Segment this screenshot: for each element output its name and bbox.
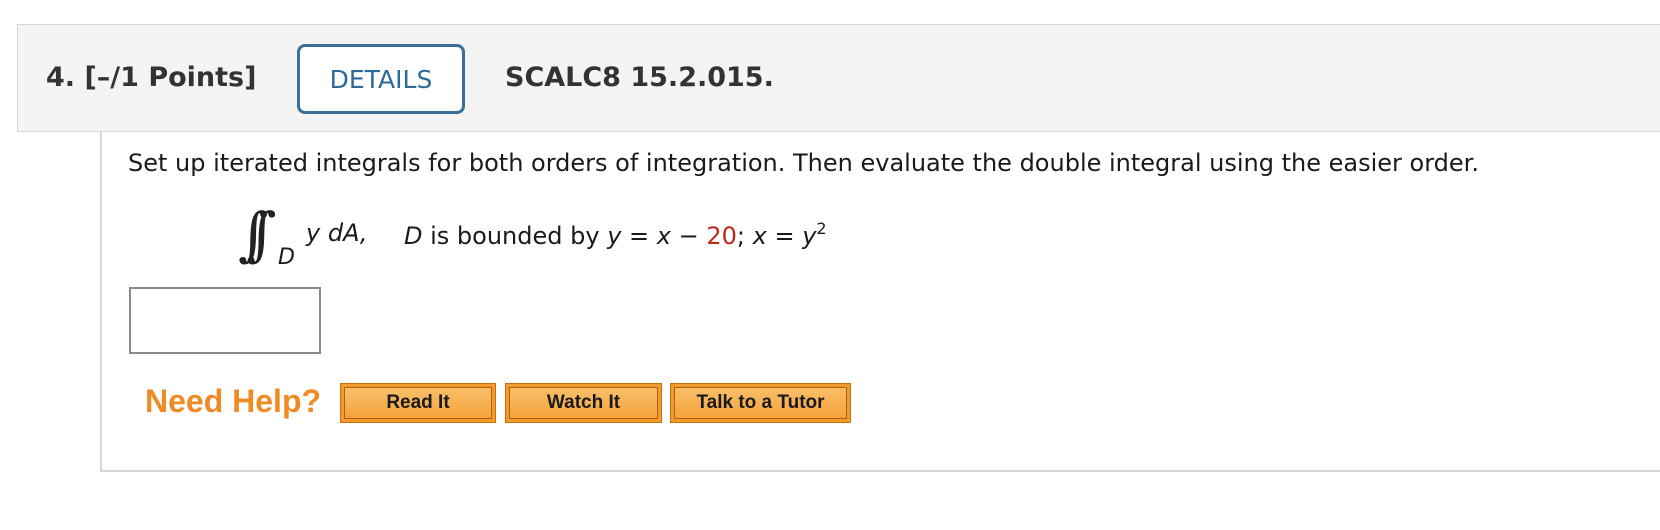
question-body-frame (100, 132, 1660, 472)
equation-minus: − (670, 222, 707, 250)
problem-instructions: Set up iterated integrals for both order… (128, 149, 1479, 177)
equation-x: x (656, 222, 671, 250)
integral-region-subscript: D (278, 245, 295, 270)
read-it-label: Read It (344, 387, 492, 419)
question-number-points: 4. [–/1 Points] (46, 62, 257, 93)
read-it-button[interactable]: Read It (340, 383, 496, 423)
equation-exponent: 2 (816, 219, 827, 238)
question-page: 4. [–/1 Points] DETAILS SCALC8 15.2.015.… (0, 0, 1660, 530)
question-header-bar (17, 24, 1660, 132)
talk-to-tutor-button[interactable]: Talk to a Tutor (670, 383, 851, 423)
question-source-code: SCALC8 15.2.015. (505, 62, 774, 93)
region-description: D is bounded by y = x − 20; x = y2 (404, 219, 827, 250)
equation-y2: y (802, 222, 817, 250)
equation-equals: = (621, 222, 657, 250)
talk-to-tutor-label: Talk to a Tutor (674, 387, 847, 419)
equation-equals2: = (766, 222, 803, 250)
equation-y: y (607, 222, 622, 250)
need-help-label: Need Help? (145, 383, 322, 419)
watch-it-label: Watch It (509, 387, 658, 419)
integrand: y dA, (306, 219, 368, 247)
double-integral-symbol: ∫∫ (238, 200, 277, 268)
answer-input[interactable] (129, 287, 321, 354)
equation-x2: x (752, 222, 767, 250)
details-button[interactable]: DETAILS (297, 44, 465, 114)
equation-constant: 20 (706, 222, 737, 250)
watch-it-button[interactable]: Watch It (505, 383, 662, 423)
region-text: is bounded by (422, 222, 608, 250)
region-symbol: D (404, 222, 423, 250)
equation-separator: ; (736, 222, 753, 250)
